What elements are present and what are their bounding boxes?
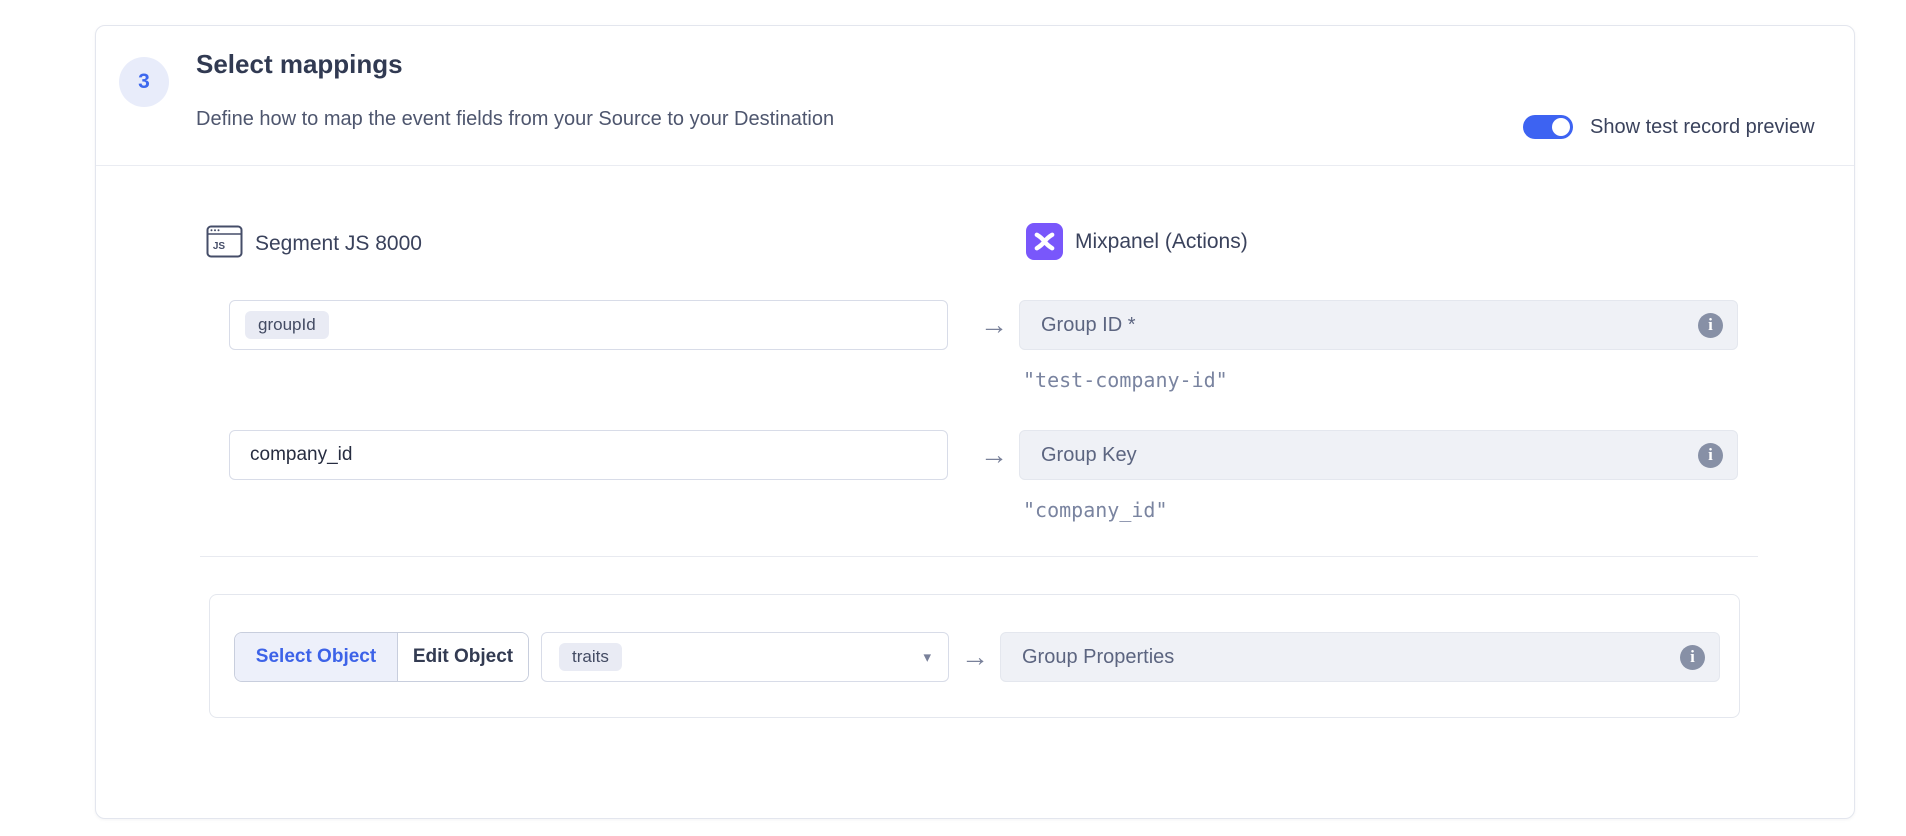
destination-name: Mixpanel (Actions) [1075,230,1248,254]
chevron-down-icon: ▾ [923,648,931,666]
source-field-text: company_id [245,444,352,466]
dest-field-group-id: Group ID * i [1019,300,1738,350]
dest-field-label: Group ID * [1041,314,1698,337]
info-icon[interactable]: i [1698,313,1723,338]
info-icon[interactable]: i [1680,645,1705,670]
dest-field-group-properties: Group Properties i [1000,632,1720,682]
mixpanel-icon [1026,223,1063,260]
js-browser-icon: JS [206,223,243,265]
mapping-arrow-icon: → [976,430,1012,480]
page: 3 Select mappings Define how to map the … [0,0,1906,836]
info-icon[interactable]: i [1698,443,1723,468]
object-mode-segmented-control: Select Object Edit Object [234,632,529,682]
show-test-record-toggle[interactable] [1523,115,1573,139]
test-record-preview-value: "test-company-id" [1023,368,1228,392]
page-subtitle: Define how to map the event fields from … [196,108,834,131]
svg-text:JS: JS [213,241,226,252]
page-title: Select mappings [196,49,403,80]
dest-field-label: Group Properties [1022,646,1680,669]
select-mappings-card: 3 Select mappings Define how to map the … [95,25,1855,819]
toggle-label: Show test record preview [1590,116,1815,139]
card-header: 3 Select mappings Define how to map the … [96,26,1854,166]
section-divider [200,556,1758,557]
object-source-dropdown[interactable]: traits ▾ [541,632,949,682]
test-record-toggle-row: Show test record preview [1523,115,1815,139]
toggle-knob [1552,118,1570,136]
source-name: Segment JS 8000 [255,232,422,256]
source-field-input-company-id[interactable]: company_id [229,430,948,480]
source-field-input-groupid[interactable]: groupId [229,300,948,350]
dest-field-label: Group Key [1041,444,1698,467]
test-record-preview-value: "company_id" [1023,498,1168,522]
mapping-arrow-icon: → [957,632,993,682]
edit-object-button[interactable]: Edit Object [398,633,528,681]
object-mapping-card: Select Object Edit Object traits ▾ → Gro… [209,594,1740,718]
object-source-token: traits [559,643,622,672]
destination-endpoint: Mixpanel (Actions) [1026,223,1248,260]
dest-field-group-key: Group Key i [1019,430,1738,480]
step-number-badge: 3 [119,57,169,107]
source-field-token[interactable]: groupId [245,311,329,340]
source-endpoint: JS Segment JS 8000 [206,223,422,265]
select-object-button[interactable]: Select Object [235,633,398,681]
mapping-arrow-icon: → [976,300,1012,350]
